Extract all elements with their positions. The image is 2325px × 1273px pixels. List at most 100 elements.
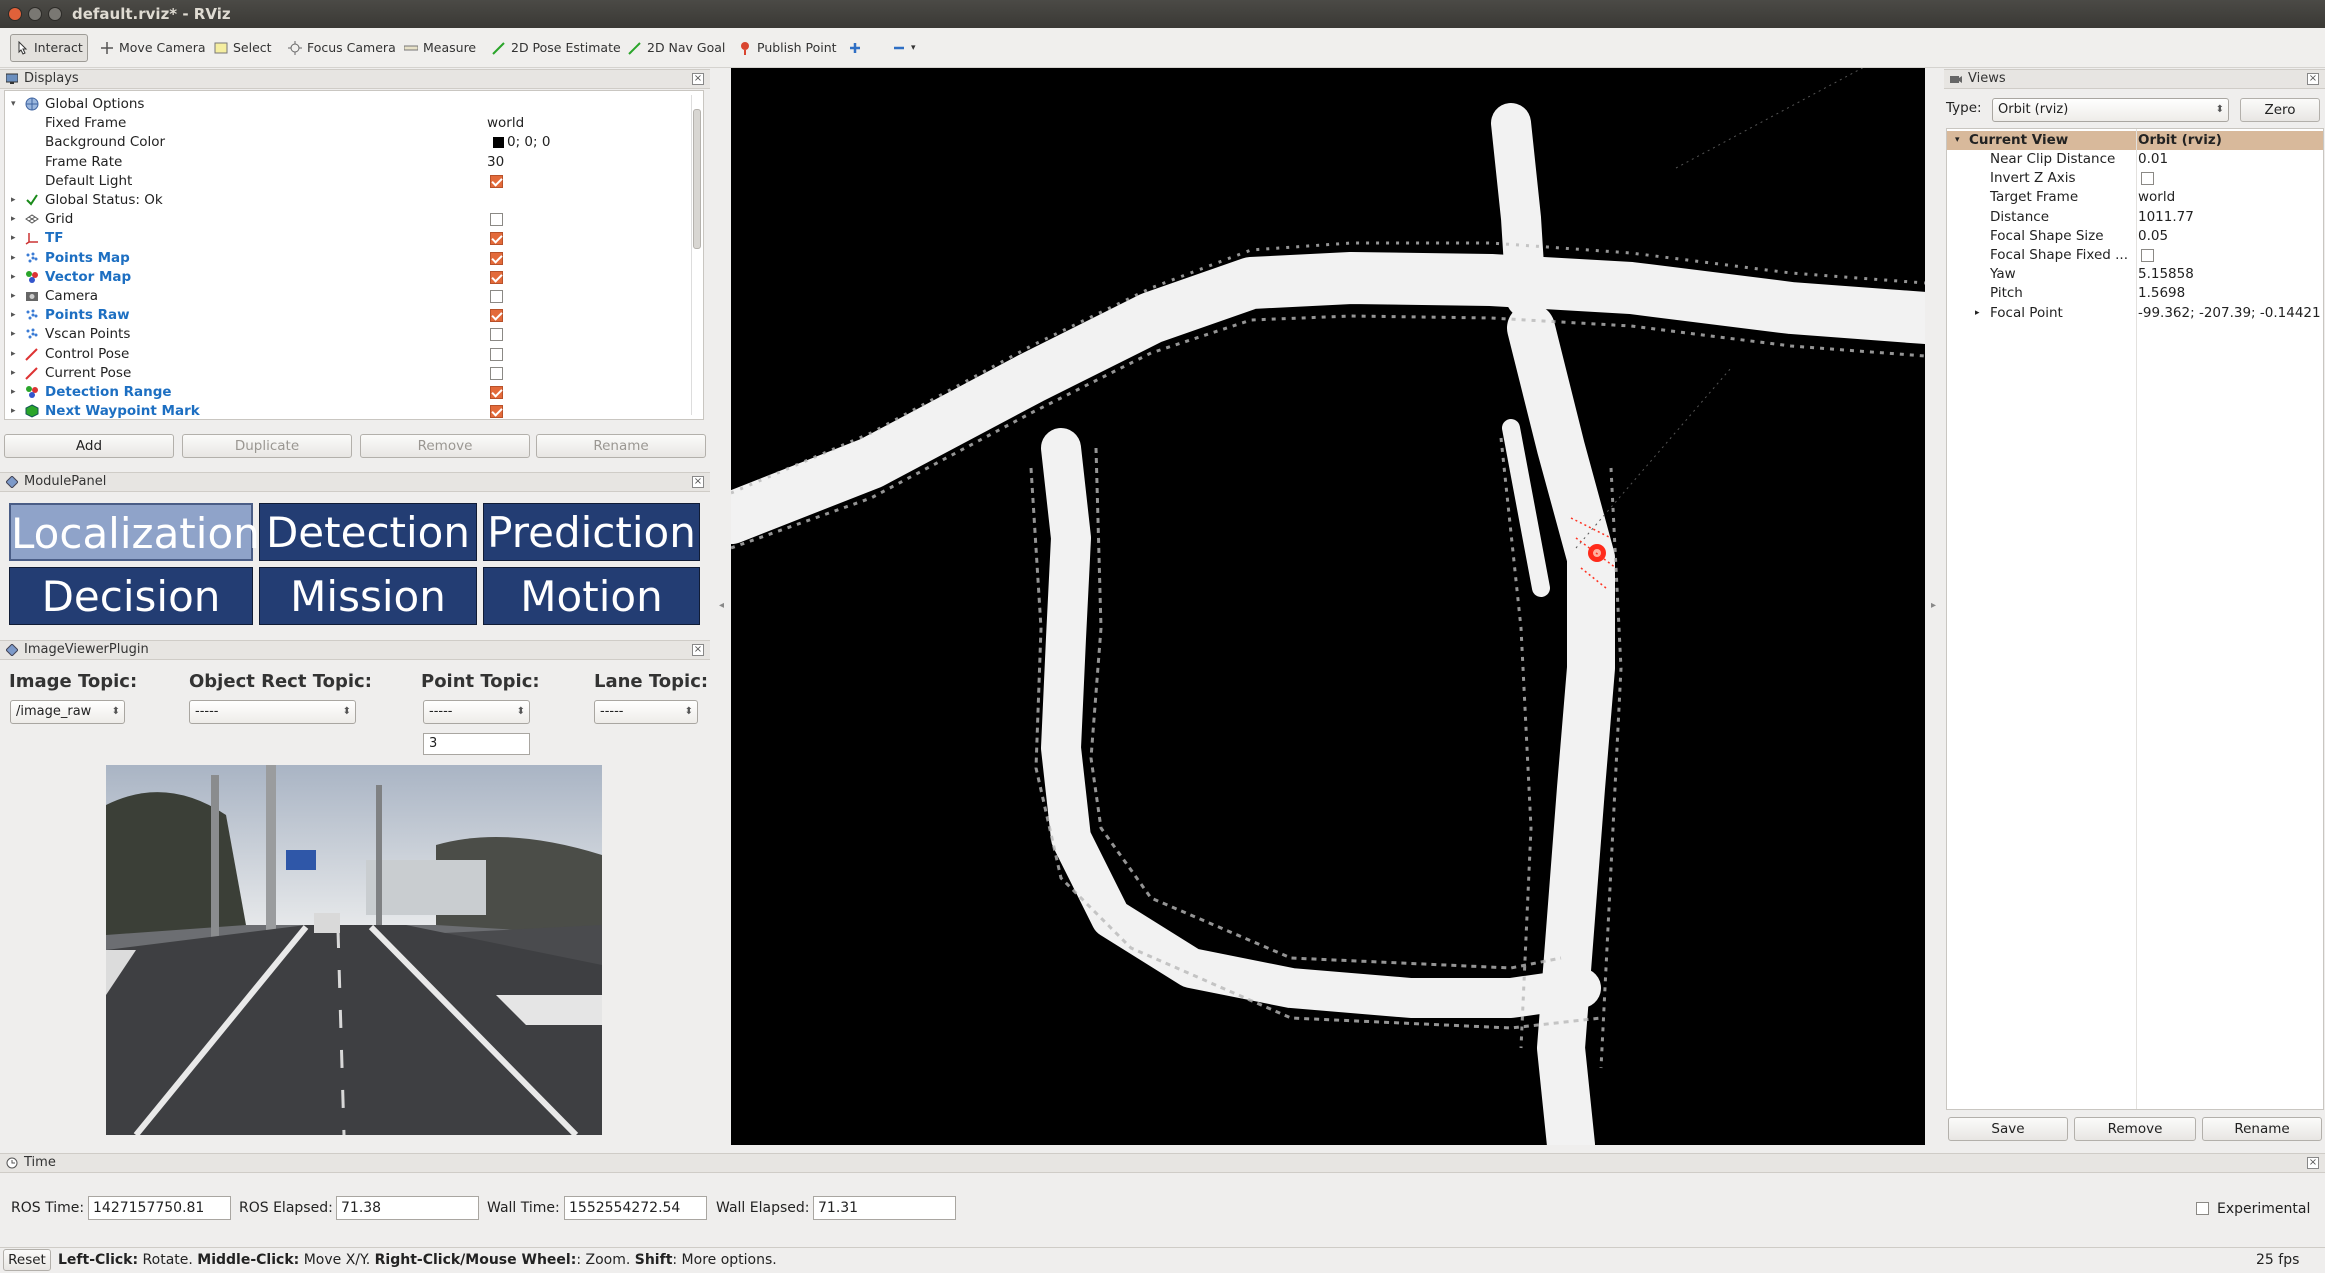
display-row[interactable]: ▸ Global Status: Ok <box>5 191 695 210</box>
chevron-right-icon[interactable]: ▸ <box>11 268 21 287</box>
view-property-row[interactable]: Focal Shape Fixed ... <box>1947 246 2323 265</box>
close-icon[interactable]: × <box>692 644 704 656</box>
save-view-button[interactable]: Save <box>1948 1117 2068 1141</box>
display-row[interactable]: ▸ TF <box>5 229 695 248</box>
view-property-value[interactable]: 0.05 <box>2138 227 2168 246</box>
view-property-value[interactable]: 1011.77 <box>2138 208 2194 227</box>
displays-scrollbar[interactable] <box>691 95 701 415</box>
display-row[interactable]: Default Light <box>5 172 695 191</box>
view-type-select[interactable]: Orbit (rviz) <box>1992 98 2229 122</box>
minimize-window-icon[interactable] <box>28 7 42 21</box>
display-row[interactable]: ▸ Points Map <box>5 249 695 268</box>
view-property-value[interactable]: -99.362; -207.39; -0.14421 <box>2138 304 2321 323</box>
remove-tool-menu[interactable]: ▾ <box>888 36 920 60</box>
interact-tool-button[interactable]: Interact <box>10 34 88 62</box>
display-enable-checkbox[interactable] <box>490 290 503 303</box>
ros-time-field[interactable]: 1427157750.81 <box>88 1196 231 1220</box>
display-enable-checkbox[interactable] <box>490 251 503 265</box>
display-value[interactable]: 30 <box>487 153 504 172</box>
view-property-row[interactable]: Invert Z Axis <box>1947 169 2323 188</box>
display-enable-checkbox[interactable] <box>490 270 503 284</box>
display-row[interactable]: ▸ Control Pose <box>5 345 695 364</box>
chevron-down-icon[interactable]: ▾ <box>11 95 21 114</box>
view-property-row[interactable]: ▸ Focal Point -99.362; -207.39; -0.14421 <box>1947 304 2323 323</box>
view-property-checkbox[interactable] <box>2141 172 2154 186</box>
3d-render-view[interactable] <box>705 57 1951 1169</box>
chevron-right-icon[interactable]: ▸ <box>11 191 21 210</box>
chevron-right-icon[interactable]: ▸ <box>11 402 21 419</box>
close-icon[interactable]: × <box>2307 73 2319 85</box>
chevron-right-icon[interactable]: ▸ <box>1975 304 1980 323</box>
display-enable-checkbox[interactable] <box>490 405 503 419</box>
view-property-row[interactable]: Target Frame world <box>1947 188 2323 207</box>
displays-tree[interactable]: ▾ Global Options Fixed Frame world Backgroun… <box>4 90 704 420</box>
display-row[interactable]: ▾ Global Options <box>5 95 695 114</box>
measure-tool-button[interactable]: Measure <box>400 36 480 60</box>
chevron-right-icon[interactable]: ▸ <box>11 306 21 325</box>
display-row[interactable]: ▸ Grid <box>5 210 695 229</box>
point-size-spinbox[interactable]: 3 <box>423 733 530 755</box>
add-display-button[interactable]: Add <box>4 434 174 458</box>
close-icon[interactable]: × <box>2307 1157 2319 1169</box>
display-row[interactable]: Frame Rate 30 <box>5 153 695 172</box>
module-localization-button[interactable]: Localization <box>9 503 260 561</box>
scrollbar-thumb[interactable] <box>693 109 701 249</box>
chevron-right-icon[interactable]: ▸ <box>11 229 21 248</box>
chevron-right-icon[interactable]: ▸ <box>11 345 21 364</box>
module-motion-button[interactable]: Motion <box>483 567 700 625</box>
select-tool-button[interactable]: Select <box>210 36 276 60</box>
module-decision-button[interactable]: Decision <box>9 567 253 625</box>
view-property-value[interactable]: 1.5698 <box>2138 284 2185 303</box>
display-value[interactable]: world <box>487 114 524 133</box>
nav-goal-tool-button[interactable]: 2D Nav Goal <box>624 36 729 60</box>
display-value[interactable]: 0; 0; 0 <box>507 133 550 152</box>
add-tool-button[interactable] <box>844 36 866 60</box>
maximize-window-icon[interactable] <box>48 7 62 21</box>
focus-camera-tool-button[interactable]: Focus Camera <box>284 36 400 60</box>
display-enable-checkbox[interactable] <box>490 174 503 188</box>
view-property-row[interactable]: Focal Shape Size 0.05 <box>1947 227 2323 246</box>
display-enable-checkbox[interactable] <box>490 347 503 361</box>
ros-elapsed-field[interactable]: 71.38 <box>336 1196 479 1220</box>
image-topic-select[interactable]: /image_raw <box>10 700 125 724</box>
chevron-right-icon[interactable]: ▸ <box>11 249 21 268</box>
view-property-row[interactable]: Near Clip Distance 0.01 <box>1947 150 2323 169</box>
view-property-row[interactable]: Distance 1011.77 <box>1947 208 2323 227</box>
display-row[interactable]: ▸ Points Raw <box>5 306 695 325</box>
expand-arrow-icon[interactable]: ▾ <box>1955 131 1960 150</box>
pose-estimate-tool-button[interactable]: 2D Pose Estimate <box>488 36 625 60</box>
display-row[interactable]: ▸ Current Pose <box>5 364 695 383</box>
views-tree[interactable]: ▾ Current View Orbit (rviz) Near Clip Di… <box>1946 128 2324 1110</box>
color-swatch[interactable] <box>493 137 504 149</box>
publish-point-tool-button[interactable]: Publish Point <box>734 36 841 60</box>
chevron-right-icon[interactable]: ▸ <box>11 287 21 306</box>
chevron-right-icon[interactable]: ▸ <box>11 325 21 344</box>
point-topic-select[interactable]: ----- <box>423 700 530 724</box>
lane-topic-select[interactable]: ----- <box>594 700 698 724</box>
display-row[interactable]: ▸ Detection Range <box>5 383 695 402</box>
module-detection-button[interactable]: Detection <box>259 503 477 561</box>
wall-elapsed-field[interactable]: 71.31 <box>813 1196 956 1220</box>
experimental-checkbox[interactable] <box>2196 1202 2209 1215</box>
view-property-row[interactable]: Pitch 1.5698 <box>1947 284 2323 303</box>
rename-display-button[interactable]: Rename <box>536 434 706 458</box>
object-rect-topic-select[interactable]: ----- <box>189 700 356 724</box>
display-enable-checkbox[interactable] <box>490 213 503 227</box>
right-splitter-arrow[interactable]: ▸ <box>1931 600 1936 611</box>
rename-view-button[interactable]: Rename <box>2202 1117 2322 1141</box>
view-property-value[interactable]: 5.15858 <box>2138 265 2194 284</box>
reset-button[interactable]: Reset <box>3 1249 51 1271</box>
wall-time-field[interactable]: 1552554272.54 <box>564 1196 707 1220</box>
view-property-checkbox[interactable] <box>2141 249 2154 262</box>
display-enable-checkbox[interactable] <box>490 386 503 399</box>
module-prediction-button[interactable]: Prediction <box>483 503 700 561</box>
left-splitter-arrow[interactable]: ◂ <box>719 600 724 611</box>
module-mission-button[interactable]: Mission <box>259 567 477 625</box>
display-row[interactable]: Fixed Frame world <box>5 114 695 133</box>
zero-view-button[interactable]: Zero <box>2240 98 2320 122</box>
display-row[interactable]: ▸ Camera <box>5 287 695 306</box>
close-icon[interactable]: × <box>692 73 704 85</box>
close-icon[interactable]: × <box>692 476 704 488</box>
display-row[interactable]: ▸ Vscan Points <box>5 325 695 344</box>
display-enable-checkbox[interactable] <box>490 309 503 323</box>
